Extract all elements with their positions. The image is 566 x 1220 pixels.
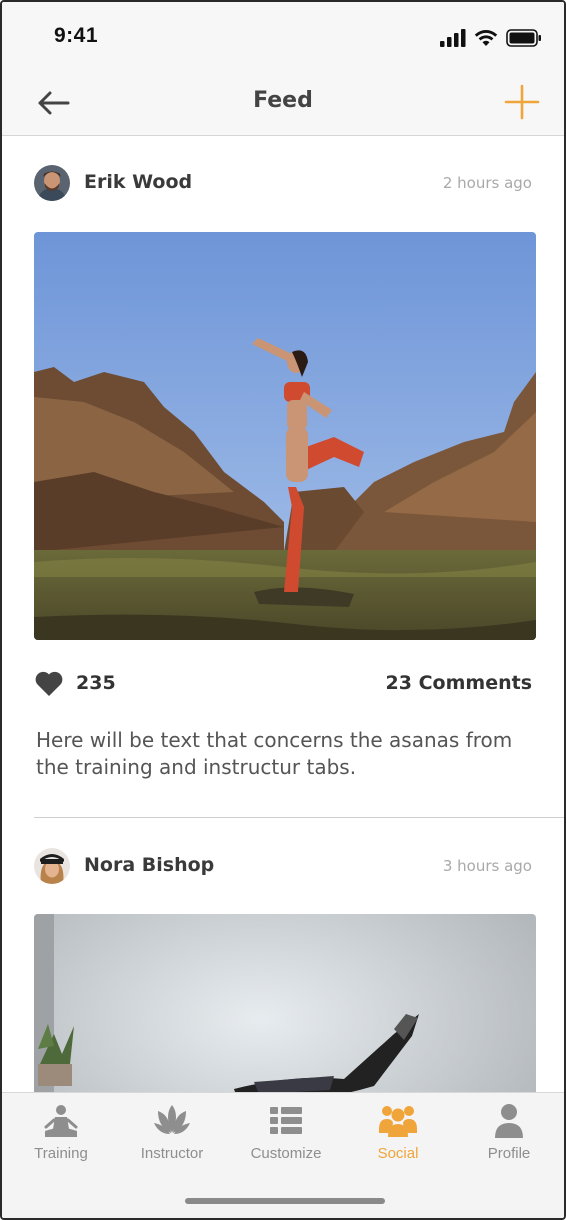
tab-label: Instructor <box>140 1145 204 1162</box>
plus-icon <box>504 84 540 120</box>
status-time: 9:41 <box>54 24 99 47</box>
add-post-button[interactable] <box>504 84 540 120</box>
person-icon <box>495 1104 523 1138</box>
meditation-icon <box>44 1105 78 1137</box>
tab-instructor[interactable]: Instructor <box>122 1103 222 1162</box>
like-button[interactable]: 235 <box>34 669 116 697</box>
home-indicator[interactable] <box>185 1198 385 1204</box>
avatar[interactable] <box>34 165 70 201</box>
post-author[interactable]: Nora Bishop <box>84 854 214 876</box>
user-avatar-image <box>34 165 70 201</box>
status-icons <box>440 28 542 48</box>
tab-profile[interactable]: Profile <box>459 1103 559 1162</box>
yoga-photo <box>34 232 536 640</box>
like-count: 235 <box>76 672 116 694</box>
tab-social[interactable]: Social <box>348 1103 448 1162</box>
tab-label: Customize <box>250 1145 322 1162</box>
comments-link[interactable]: 23 Comments <box>386 672 532 694</box>
cellular-signal-icon <box>440 29 466 47</box>
avatar[interactable] <box>34 848 70 884</box>
status-bar: 9:41 <box>2 2 564 74</box>
tab-bar: Training Instructor Customize Social Pro… <box>2 1092 564 1218</box>
page-title: Feed <box>253 88 313 113</box>
post-author[interactable]: Erik Wood <box>84 171 192 193</box>
phone-screen: 9:41 Feed Erik Wood 2 hours ago 235 23 C… <box>0 0 566 1220</box>
tab-customize[interactable]: Customize <box>236 1103 336 1162</box>
feed: Erik Wood 2 hours ago 235 23 Comments He… <box>2 137 564 1218</box>
feed-post: Erik Wood 2 hours ago 235 23 Comments He… <box>2 137 564 817</box>
tab-label: Training <box>34 1145 88 1162</box>
post-timestamp: 2 hours ago <box>442 174 532 192</box>
list-icon <box>270 1107 302 1134</box>
heart-icon <box>35 671 63 696</box>
user-avatar-image <box>34 848 70 884</box>
post-header: Erik Wood 2 hours ago <box>34 165 532 205</box>
lotus-icon <box>154 1105 190 1134</box>
tab-training[interactable]: Training <box>11 1103 111 1162</box>
group-icon <box>379 1106 417 1137</box>
tab-label: Social <box>377 1145 419 1162</box>
post-caption: Here will be text that concerns the asan… <box>36 728 513 779</box>
navigation-bar: Feed <box>2 74 564 136</box>
post-timestamp: 3 hours ago <box>442 857 532 875</box>
tab-label: Profile <box>487 1145 531 1162</box>
post-header: Nora Bishop 3 hours ago <box>34 848 532 888</box>
post-image[interactable] <box>34 232 536 640</box>
battery-icon <box>506 29 541 47</box>
wifi-icon <box>474 30 498 46</box>
